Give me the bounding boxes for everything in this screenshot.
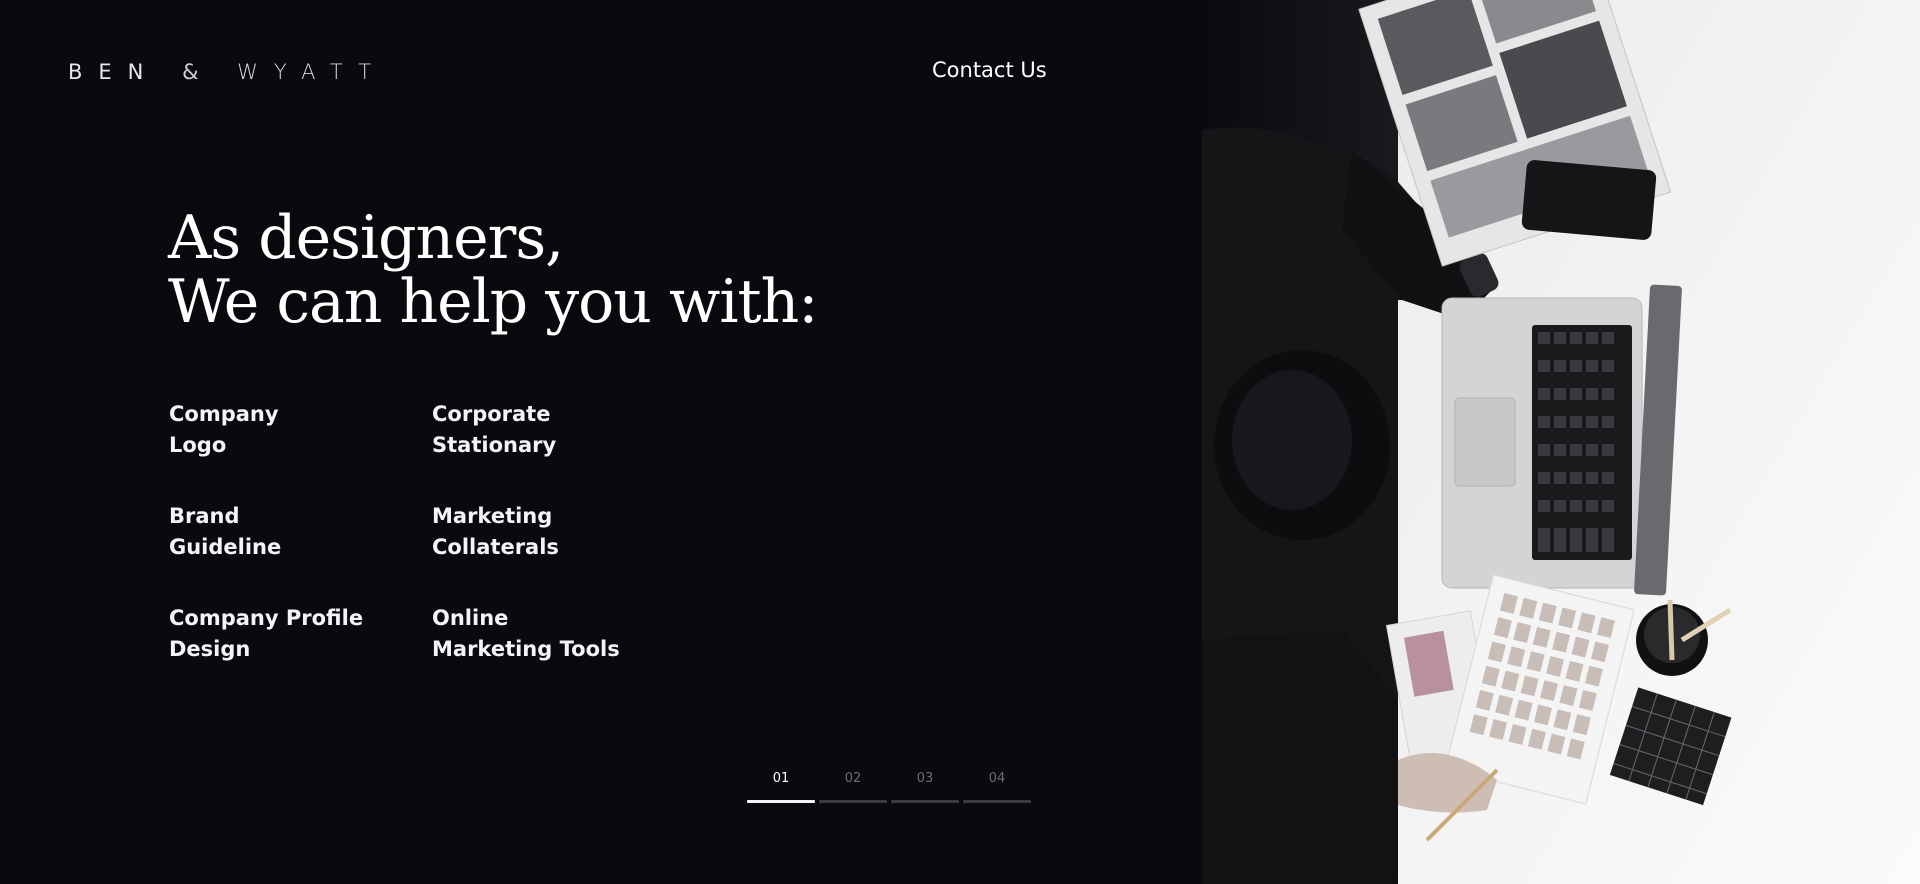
pager-item-01[interactable]: 01 — [747, 770, 815, 803]
service-label-line2: Guideline — [169, 535, 282, 559]
pager-number: 02 — [844, 771, 862, 786]
pager-item-03[interactable]: 03 — [891, 770, 959, 803]
service-label-line2: Logo — [169, 433, 227, 457]
brand-logo[interactable]: BEN & WYATT — [68, 60, 387, 84]
pager-item-04[interactable]: 04 — [963, 770, 1031, 803]
service-label-line2: Marketing Tools — [432, 637, 620, 661]
service-company-logo[interactable]: Company Logo — [169, 399, 432, 461]
pager-item-02[interactable]: 02 — [819, 770, 887, 803]
pager-bar — [963, 800, 1031, 803]
services-list: Company Logo Corporate Stationary Brand … — [169, 399, 695, 665]
slide-pager: 01 02 03 04 — [747, 770, 1031, 803]
service-label-line1: Brand — [169, 504, 240, 528]
service-label-line2: Collaterals — [432, 535, 559, 559]
service-label-line2: Stationary — [432, 433, 557, 457]
pager-number: 04 — [988, 771, 1006, 786]
headline-line-2: We can help you with: — [168, 267, 819, 337]
hero-headline: As designers, We can help you with: — [168, 203, 819, 337]
service-corporate-stationary[interactable]: Corporate Stationary — [432, 399, 695, 461]
desk-photo-illustration — [1202, 0, 1920, 884]
service-label-line1: Online — [432, 606, 509, 630]
content-panel: BEN & WYATT Contact Us As designers, We … — [0, 0, 1202, 884]
service-label-line1: Company — [169, 402, 279, 426]
service-company-profile-design[interactable]: Company Profile Design — [169, 603, 432, 665]
service-label-line2: Design — [169, 637, 251, 661]
brand-ampersand: & — [182, 60, 215, 84]
hero-photo — [1202, 0, 1920, 884]
pager-bar — [891, 800, 959, 803]
pager-number: 03 — [916, 771, 934, 786]
contact-us-link[interactable]: Contact Us — [932, 58, 1047, 82]
service-label-line1: Company Profile — [169, 606, 364, 630]
service-marketing-collaterals[interactable]: Marketing Collaterals — [432, 501, 695, 563]
pager-number: 01 — [772, 771, 790, 786]
pager-bar — [747, 800, 815, 803]
brand-name-first: BEN — [68, 60, 160, 84]
service-label-line1: Corporate — [432, 402, 551, 426]
service-brand-guideline[interactable]: Brand Guideline — [169, 501, 432, 563]
service-label-line1: Marketing — [432, 504, 553, 528]
brand-name-second: WYATT — [237, 60, 388, 84]
service-online-marketing-tools[interactable]: Online Marketing Tools — [432, 603, 695, 665]
pager-bar — [819, 800, 887, 803]
headline-line-1: As designers, — [168, 203, 564, 273]
